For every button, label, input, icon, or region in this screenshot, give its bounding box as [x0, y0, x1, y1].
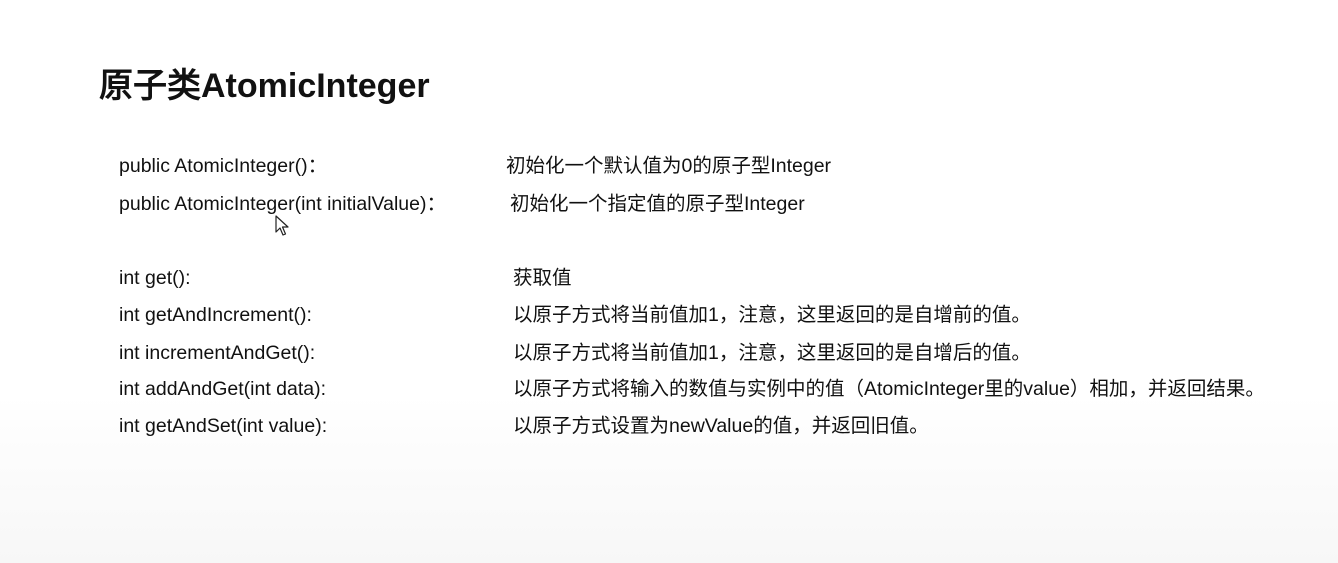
method-description: 获取值 — [513, 267, 572, 289]
method-description: 以原子方式将当前值加1，注意，这里返回的是自增后的值。 — [513, 342, 1031, 364]
slide: 原子类AtomicInteger public AtomicInteger()：… — [0, 0, 1338, 563]
constructor-description: 初始化一个默认值为0的原子型Integer — [506, 155, 832, 177]
method-signature: int addAndGet(int data): — [119, 378, 327, 400]
constructor-row: public AtomicInteger(int initialValue)： … — [119, 190, 1329, 218]
constructor-signature: public AtomicInteger(int initialValue)： — [119, 193, 446, 215]
constructor-row: public AtomicInteger()： 初始化一个默认值为0的原子型In… — [119, 152, 1329, 180]
method-row: int getAndSet(int value): 以原子方式设置为newVal… — [119, 412, 1329, 440]
method-signature: int getAndIncrement(): — [119, 304, 312, 326]
method-signature: int incrementAndGet(): — [119, 342, 316, 364]
mouse-pointer-icon — [275, 215, 289, 236]
method-description: 以原子方式设置为newValue的值，并返回旧值。 — [513, 415, 929, 437]
method-signature: int get(): — [119, 267, 191, 289]
method-description: 以原子方式将当前值加1，注意，这里返回的是自增前的值。 — [513, 304, 1031, 326]
method-row: int addAndGet(int data): 以原子方式将输入的数值与实例中… — [119, 375, 1329, 403]
method-description: 以原子方式将输入的数值与实例中的值（AtomicInteger里的value）相… — [513, 378, 1265, 400]
method-signature: int getAndSet(int value): — [119, 415, 328, 437]
constructor-description: 初始化一个指定值的原子型Integer — [510, 193, 805, 215]
method-row: int getAndIncrement(): 以原子方式将当前值加1，注意，这里… — [119, 301, 1329, 329]
method-row: int incrementAndGet(): 以原子方式将当前值加1，注意，这里… — [119, 339, 1329, 367]
constructor-signature: public AtomicInteger()： — [119, 155, 328, 177]
slide-title: 原子类AtomicInteger — [99, 67, 430, 105]
method-row: int get(): 获取值 — [119, 264, 1329, 292]
